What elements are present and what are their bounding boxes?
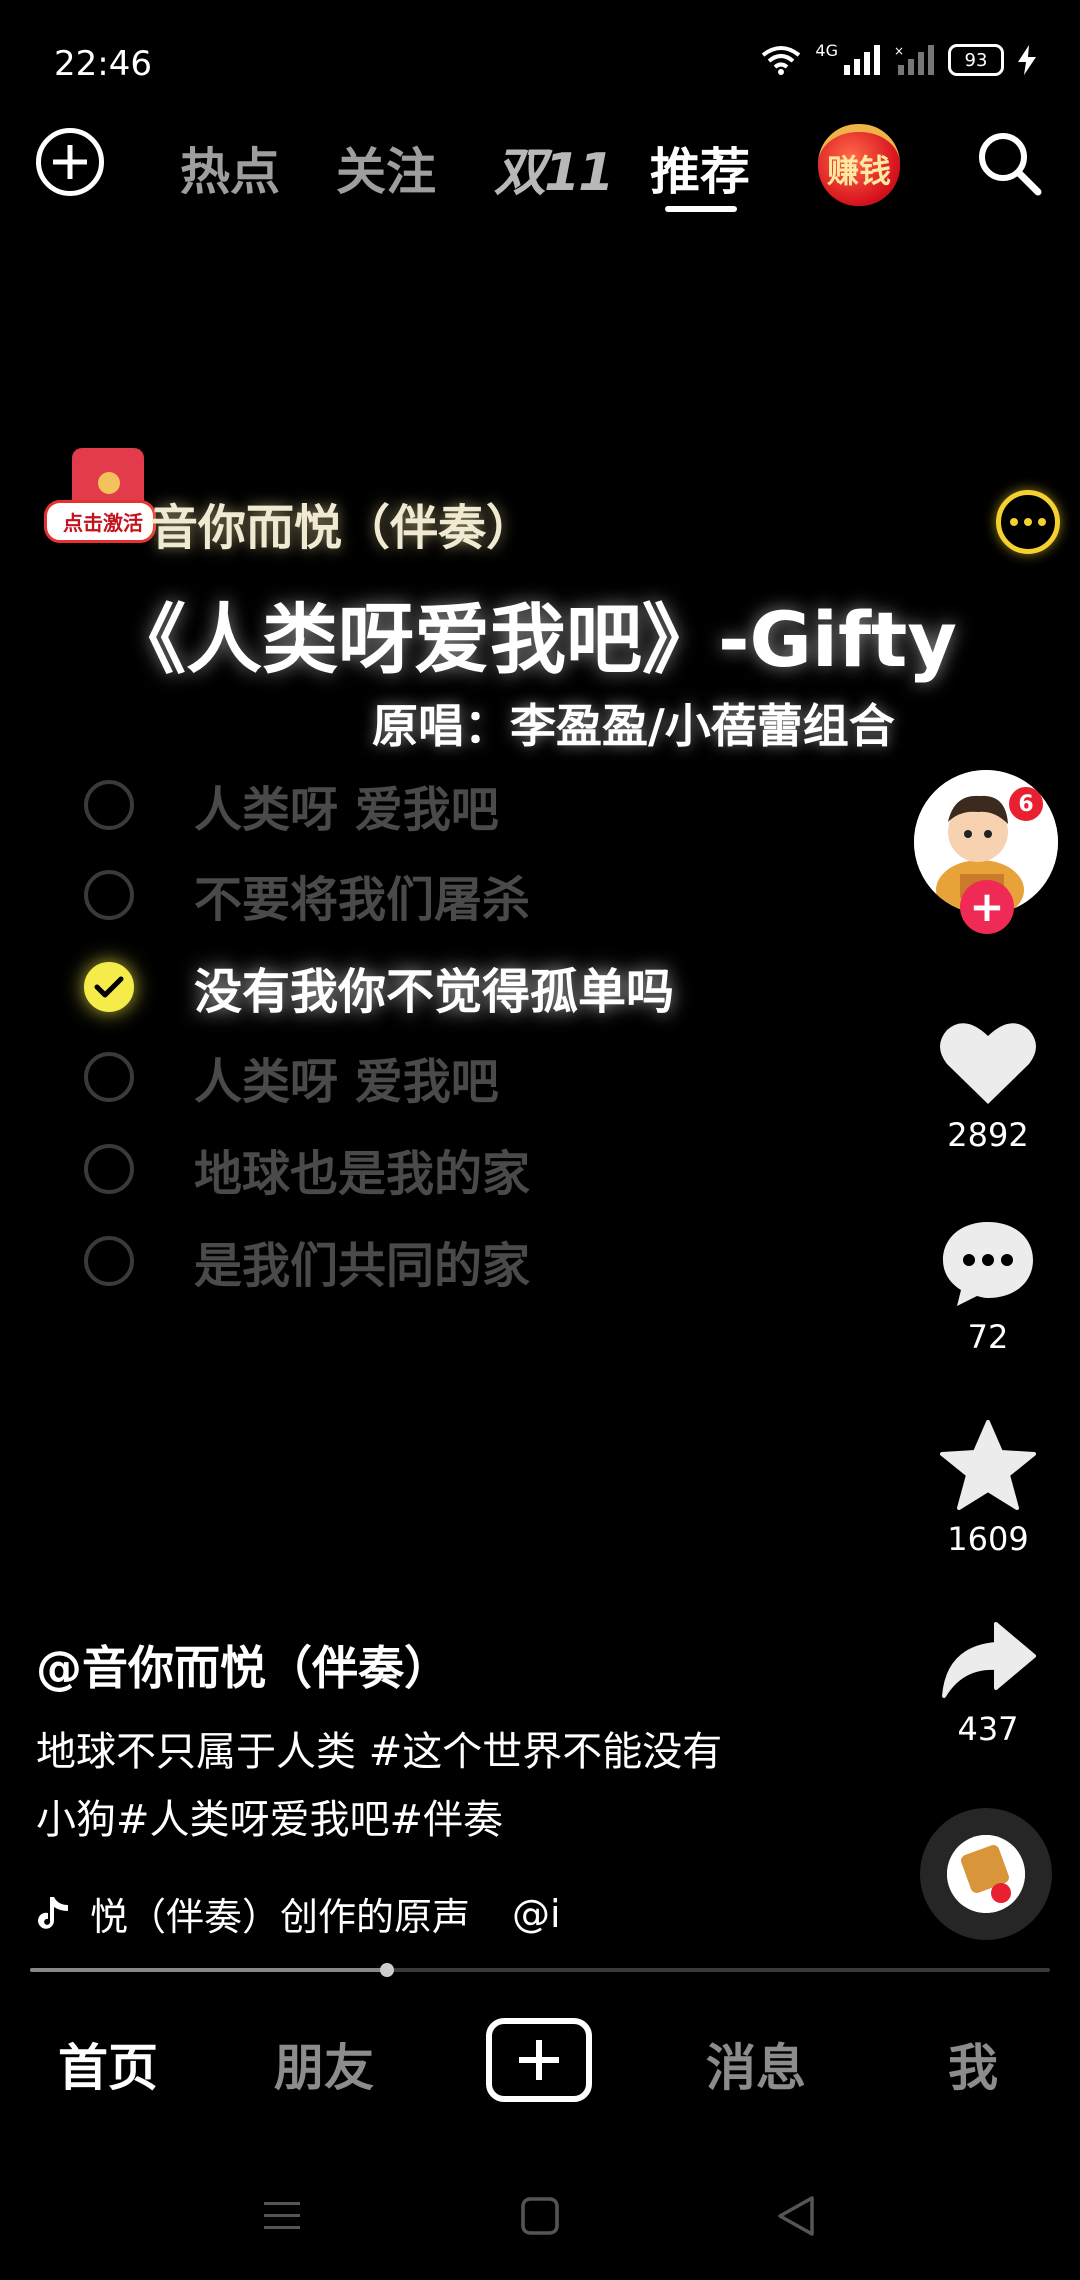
search-icon[interactable] xyxy=(976,130,1042,196)
radio-empty-icon xyxy=(84,780,134,830)
radio-empty-icon xyxy=(84,870,134,920)
song-header: 音你而悦（伴奏） xyxy=(150,500,535,556)
wifi-icon xyxy=(762,46,801,75)
lyric-text: 是我们共同的家 xyxy=(194,1238,531,1294)
charging-icon xyxy=(1018,45,1036,75)
lyric-item: 是我们共同的家 xyxy=(84,1226,530,1296)
signal-icon xyxy=(844,45,880,75)
star-icon xyxy=(940,1420,1036,1510)
progress-handle[interactable] xyxy=(380,1963,394,1977)
home-square-icon[interactable] xyxy=(520,2196,560,2236)
radio-empty-icon xyxy=(84,1144,134,1194)
share-count: 437 xyxy=(957,1710,1019,1748)
progress-fill xyxy=(30,1968,387,1972)
plus-icon xyxy=(519,2040,559,2080)
follow-button[interactable]: + xyxy=(960,880,1014,934)
original-singer: 原唱：李盈盈/小蓓蕾组合 xyxy=(372,699,895,753)
tab-follow[interactable]: 关注 xyxy=(336,132,436,204)
music-title: 悦（伴奏）创作的原声 xyxy=(90,1895,471,1939)
active-tab-indicator xyxy=(665,206,737,212)
like-count: 2892 xyxy=(947,1116,1029,1154)
share-icon xyxy=(942,1622,1036,1698)
comment-icon xyxy=(943,1222,1033,1306)
earn-money-button[interactable]: 赚钱 xyxy=(818,124,900,206)
music-disc-avatar-icon xyxy=(947,1835,1025,1913)
like-button[interactable]: 2892 xyxy=(920,1018,1056,1154)
battery-level: 93 xyxy=(964,49,988,71)
lyric-text: 没有我你不觉得孤单吗 xyxy=(194,964,675,1020)
svg-text:×: × xyxy=(894,45,904,58)
tab-recommend[interactable]: 推荐 xyxy=(650,132,750,204)
tiktok-note-icon xyxy=(38,1896,68,1929)
video-caption[interactable]: 地球不只属于人类 #这个世界不能没有 小狗#人类呀爱我吧#伴奏 xyxy=(36,1718,846,1854)
music-disc[interactable] xyxy=(920,1808,1052,1940)
battery-icon: 93 xyxy=(948,44,1004,76)
system-nav-bar xyxy=(0,2180,1080,2250)
nav-messages[interactable]: 消息 xyxy=(706,2028,806,2100)
menu-icon[interactable] xyxy=(262,2198,302,2234)
tab-double11[interactable]: 双11 xyxy=(494,130,614,205)
nav-friends[interactable]: 朋友 xyxy=(274,2028,374,2100)
tab-hot[interactable]: 热点 xyxy=(180,132,280,204)
favorite-count: 1609 xyxy=(947,1520,1029,1558)
lyric-item: 地球也是我的家 xyxy=(84,1134,530,1204)
caption-line: 地球不只属于人类 #这个世界不能没有 xyxy=(36,1729,723,1775)
bottom-nav: 首页 朋友 消息 我 xyxy=(0,2010,1080,2110)
lyric-item-active: 没有我你不觉得孤单吗 xyxy=(84,952,674,1022)
status-time: 22:46 xyxy=(54,44,152,84)
music-info[interactable]: 悦（伴奏）创作的原声 @i xyxy=(36,1886,561,1941)
lyric-item: 人类呀 爱我吧 xyxy=(84,1042,499,1112)
lyric-text: 地球也是我的家 xyxy=(194,1146,531,1202)
lyric-text: 人类呀 爱我吧 xyxy=(194,782,499,838)
comment-count: 72 xyxy=(967,1318,1009,1356)
lyric-item: 人类呀 爱我吧 xyxy=(84,770,499,840)
create-button[interactable] xyxy=(486,2018,592,2102)
status-icons: 4G × 93 xyxy=(761,40,1036,76)
top-nav: 热点 关注 双11 推荐 赚钱 xyxy=(0,120,1080,212)
lyric-item: 不要将我们屠杀 xyxy=(84,860,530,930)
caption-line: 小狗#人类呀爱我吧#伴奏 xyxy=(36,1797,504,1843)
red-packet-widget[interactable]: 点击激活 xyxy=(44,448,162,550)
nav-home[interactable]: 首页 xyxy=(58,2028,158,2100)
song-title: 《人类呀爱我吧》-Gifty xyxy=(110,595,957,684)
more-options-icon[interactable] xyxy=(996,490,1060,554)
red-packet-label: 点击激活 xyxy=(44,500,156,543)
music-author: @i xyxy=(512,1891,561,1936)
network-type: 4G xyxy=(815,40,838,60)
comment-button[interactable]: 72 xyxy=(920,1218,1056,1356)
lyric-text: 不要将我们屠杀 xyxy=(194,872,531,928)
author-name[interactable]: @音你而悦（伴奏） xyxy=(36,1632,450,1698)
avatar-badge: 6 xyxy=(1006,784,1046,824)
back-triangle-icon[interactable] xyxy=(776,2194,816,2238)
heart-icon xyxy=(940,1023,1036,1104)
share-button[interactable]: 437 xyxy=(920,1620,1056,1748)
radio-empty-icon xyxy=(84,1236,134,1286)
add-icon[interactable] xyxy=(36,128,104,196)
lyric-text: 人类呀 爱我吧 xyxy=(194,1054,499,1110)
signal-weak-icon: × xyxy=(894,45,934,75)
radio-empty-icon xyxy=(84,1052,134,1102)
favorite-button[interactable]: 1609 xyxy=(920,1420,1056,1558)
video-progress-bar[interactable] xyxy=(30,1963,1050,1977)
nav-me[interactable]: 我 xyxy=(948,2028,998,2100)
checkmark-icon xyxy=(84,962,134,1012)
